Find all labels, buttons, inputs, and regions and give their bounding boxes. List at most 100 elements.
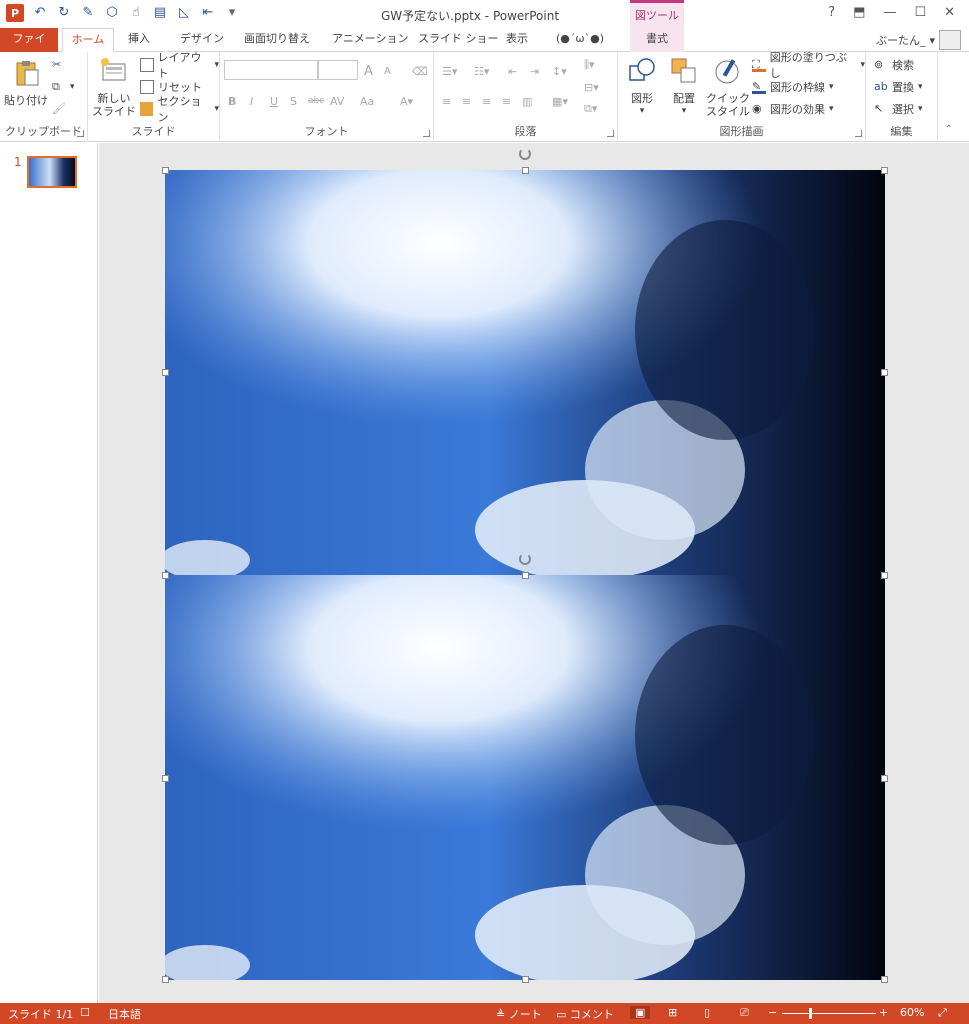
slide-sorter-icon[interactable]: ⊞ <box>668 1006 677 1019</box>
slideshow-view-icon[interactable]: ⎚ <box>740 1006 749 1020</box>
comments-button[interactable]: ▭ コメント <box>556 1006 614 1022</box>
char-spacing-button[interactable]: AV <box>330 92 344 110</box>
line-spacing-icon[interactable]: ↕▾ <box>552 62 567 80</box>
grow-font-button[interactable]: A <box>364 62 373 80</box>
arrange-button[interactable]: 配置 ▾ <box>664 56 704 118</box>
copy-button[interactable]: ⧉ ▾ <box>52 78 75 96</box>
shapes-quick-icon[interactable]: ⬡ <box>104 5 120 21</box>
bold-button[interactable]: B <box>228 92 236 110</box>
cut-button[interactable]: ✂ <box>52 56 66 74</box>
rotate-handle-icon[interactable] <box>519 148 531 160</box>
align-right-icon[interactable]: ≡ <box>482 92 491 110</box>
shape-fill-button[interactable]: ⛶ 図形の塗りつぶし ▾ <box>752 51 865 80</box>
strikethrough-button[interactable]: abc <box>308 92 324 110</box>
tab-format[interactable]: 書式 <box>630 28 684 52</box>
align-left-icon[interactable]: ≡ <box>442 92 451 110</box>
increase-indent-icon[interactable]: ⇥ <box>530 62 539 80</box>
zoom-in-icon[interactable]: + <box>879 1006 888 1019</box>
shapes-button[interactable]: 図形 ▾ <box>622 56 662 118</box>
resize-handle[interactable] <box>162 369 169 376</box>
minimize-button[interactable]: — <box>883 5 896 20</box>
align-icon[interactable]: ⇤ <box>200 5 216 21</box>
find-button[interactable]: ⊚ 検索 <box>874 56 914 74</box>
undo-icon[interactable]: ↶ <box>32 5 48 21</box>
resize-handle[interactable] <box>162 775 169 782</box>
text-direction-icon[interactable]: ⫼▾ <box>584 56 595 74</box>
redo-icon[interactable]: ↻ <box>56 5 72 21</box>
tab-transitions[interactable]: 画面切り替え <box>236 28 318 52</box>
shape-effects-button[interactable]: ◉ 図形の効果 ▾ <box>752 100 834 118</box>
shadow-button[interactable]: S <box>290 92 297 110</box>
font-name-input[interactable] <box>224 60 318 80</box>
sky-image-bottom[interactable] <box>165 575 885 980</box>
zoom-percentage[interactable]: 60% <box>900 1006 924 1019</box>
resize-handle[interactable] <box>881 976 888 983</box>
paste-button[interactable]: 貼り付け <box>4 58 48 107</box>
numbering-icon[interactable]: ☷▾ <box>474 62 489 80</box>
resize-handle[interactable] <box>522 572 529 579</box>
ribbon-display-icon[interactable]: ⬒ <box>853 5 865 20</box>
resize-handle[interactable] <box>522 167 529 174</box>
format-painter-icon[interactable]: ✎ <box>80 5 96 21</box>
notes-button[interactable]: ≜ ノート <box>496 1006 542 1022</box>
tab-insert[interactable]: 挿入 <box>120 28 158 52</box>
zoom-thumb[interactable] <box>809 1008 813 1019</box>
pen-icon[interactable]: ◺ <box>176 5 192 21</box>
italic-button[interactable]: I <box>250 92 253 110</box>
resize-handle[interactable] <box>881 167 888 174</box>
slide-thumbnail[interactable] <box>27 156 77 188</box>
maximize-button[interactable]: ☐ <box>914 5 926 20</box>
quick-styles-button[interactable]: クイック スタイル <box>706 56 750 118</box>
underline-button[interactable]: U <box>270 92 278 110</box>
normal-view-icon[interactable]: ▣ <box>630 1006 651 1019</box>
fit-slide-icon[interactable]: ⤢ <box>938 1006 947 1020</box>
columns-icon[interactable]: ▦▾ <box>552 92 568 110</box>
launcher-icon[interactable] <box>855 130 862 137</box>
shrink-font-button[interactable]: A <box>384 62 391 80</box>
tab-animations[interactable]: アニメーション <box>324 28 417 52</box>
user-account[interactable]: ぶーたん_ ▾ <box>876 30 961 50</box>
tab-slideshow[interactable]: スライド ショー <box>410 28 507 52</box>
resize-handle[interactable] <box>162 976 169 983</box>
resize-handle[interactable] <box>162 572 169 579</box>
align-center-icon[interactable]: ≡ <box>462 92 471 110</box>
reading-view-icon[interactable]: ▯ <box>704 1006 710 1019</box>
collapse-ribbon-icon[interactable]: ⌃ <box>945 124 953 135</box>
resize-handle[interactable] <box>522 976 529 983</box>
launcher-icon[interactable] <box>423 130 430 137</box>
help-icon[interactable]: ? <box>828 5 835 20</box>
format-painter-button[interactable]: 🖌 <box>52 100 66 118</box>
close-button[interactable]: ✕ <box>944 5 955 20</box>
tab-custom[interactable]: (●´ω`●) <box>548 28 612 52</box>
replace-button[interactable]: ab 置換 ▾ <box>874 78 923 96</box>
clear-format-icon[interactable]: ⌫ <box>412 62 428 80</box>
zoom-slider[interactable] <box>782 1008 876 1019</box>
launcher-icon[interactable] <box>77 130 84 137</box>
textbox-icon[interactable]: ▤ <box>152 5 168 21</box>
sky-image-top[interactable] <box>165 170 885 575</box>
tab-file[interactable]: ファイル <box>0 28 58 67</box>
resize-handle[interactable] <box>881 775 888 782</box>
distributed-icon[interactable]: ▥ <box>522 92 532 110</box>
resize-handle[interactable] <box>162 167 169 174</box>
new-slide-button[interactable]: 新しい スライド <box>92 56 136 118</box>
resize-handle[interactable] <box>881 572 888 579</box>
tab-view[interactable]: 表示 <box>498 28 536 52</box>
language-indicator[interactable]: 日本語 <box>108 1006 141 1022</box>
zoom-out-icon[interactable]: − <box>768 1006 777 1019</box>
launcher-icon[interactable] <box>607 130 614 137</box>
smartart-icon[interactable]: ⧉▾ <box>584 100 597 118</box>
proofing-icon[interactable]: ☐ <box>80 1006 90 1019</box>
bullets-icon[interactable]: ☰▾ <box>442 62 457 80</box>
customize-qat-icon[interactable]: ▾ <box>224 5 240 21</box>
layout-button[interactable]: レイアウト ▾ <box>140 51 219 80</box>
select-button[interactable]: ↖ 選択 ▾ <box>874 100 923 118</box>
slide[interactable] <box>162 148 888 983</box>
tab-home[interactable]: ホーム <box>62 28 114 52</box>
shape-outline-button[interactable]: ✎ 図形の枠線 ▾ <box>752 78 834 96</box>
font-color-button[interactable]: A▾ <box>400 92 413 110</box>
resize-handle[interactable] <box>881 369 888 376</box>
change-case-button[interactable]: Aa <box>360 92 374 110</box>
rotate-handle-icon[interactable] <box>519 553 531 565</box>
touch-mode-icon[interactable]: ☝ <box>128 5 144 21</box>
